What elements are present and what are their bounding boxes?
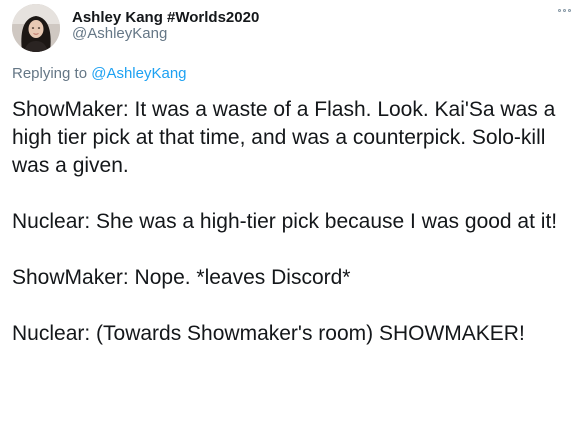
replying-handle-link[interactable]: @AshleyKang <box>91 65 186 82</box>
replying-prefix: Replying to <box>12 65 88 82</box>
more-options-icon[interactable] <box>552 4 576 16</box>
dot <box>557 8 561 12</box>
dot <box>567 8 571 12</box>
author-handle[interactable]: @AshleyKang <box>72 24 167 44</box>
dot <box>562 8 566 12</box>
tweet-paragraph: ShowMaker: It was a waste of a Flash. Lo… <box>12 98 556 177</box>
replying-to: Replying to @AshleyKang <box>12 64 187 84</box>
tweet-text: ShowMaker: It was a waste of a Flash. Lo… <box>12 96 572 348</box>
tweet-card: Ashley Kang #Worlds2020 @AshleyKang Repl… <box>0 0 584 429</box>
tweet-paragraph: ShowMaker: Nope. *leaves Discord* <box>12 266 351 289</box>
tweet-paragraph: Nuclear: She was a high-tier pick becaus… <box>12 210 558 233</box>
avatar-image <box>12 4 60 52</box>
avatar[interactable] <box>12 4 60 52</box>
tweet-paragraph: Nuclear: (Towards Showmaker's room) SHOW… <box>12 322 525 345</box>
